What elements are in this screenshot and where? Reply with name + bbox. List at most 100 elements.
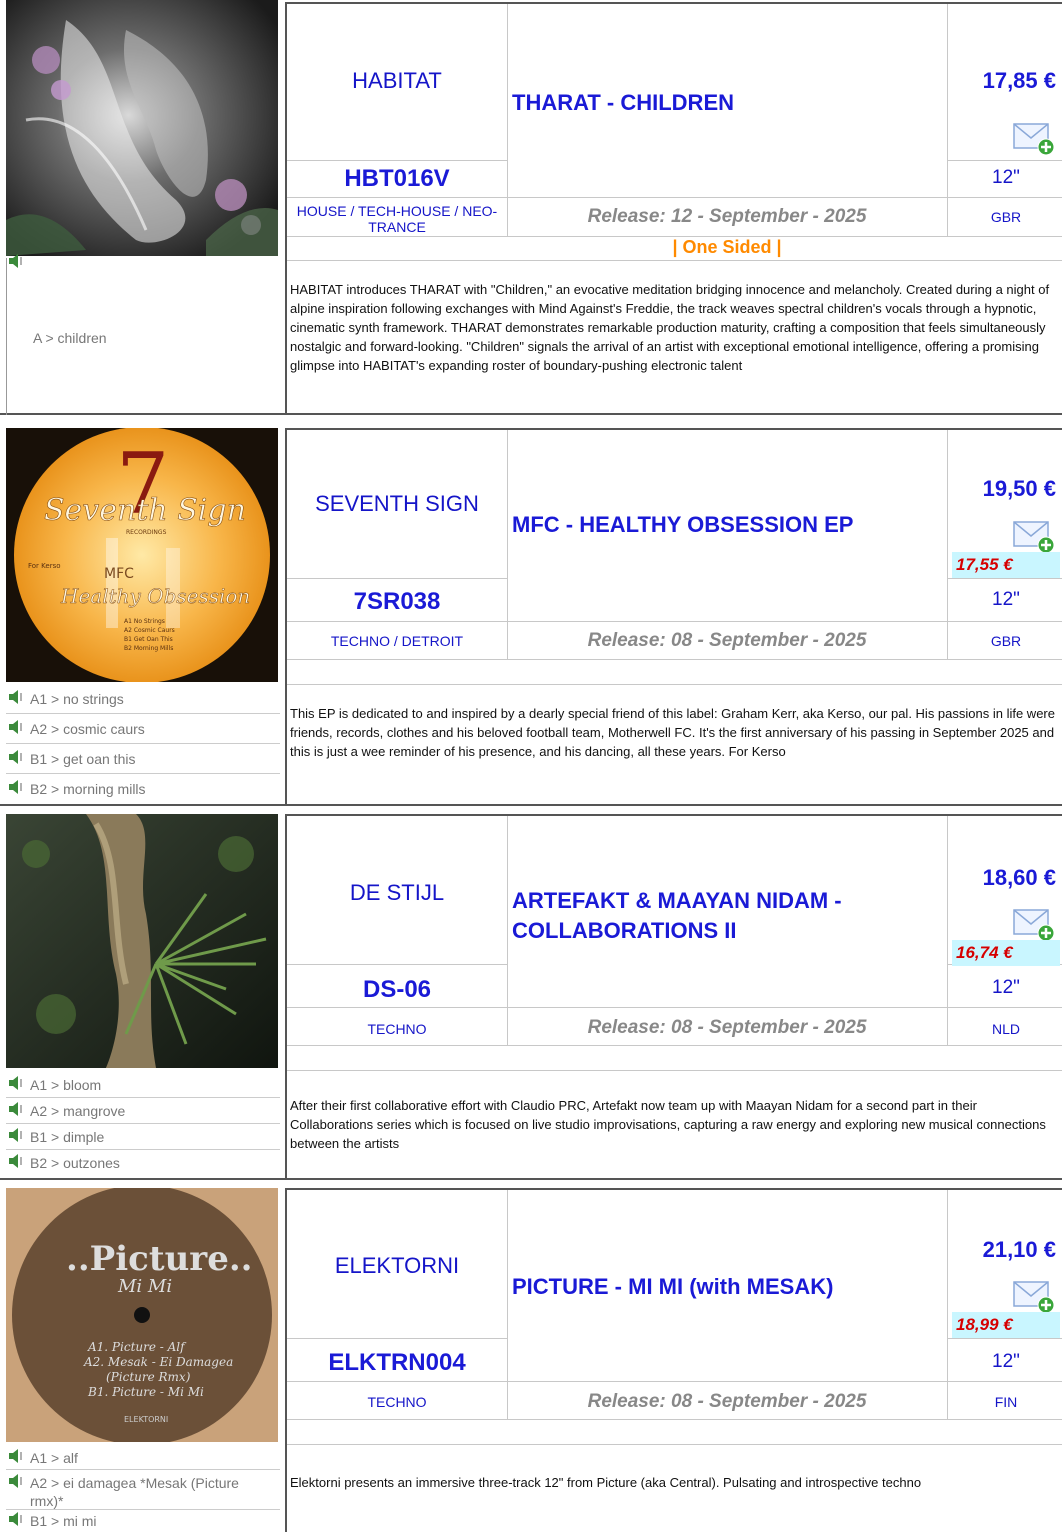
divider <box>947 816 948 1046</box>
track-item[interactable]: B2 > outzones <box>6 1150 280 1176</box>
divider <box>285 428 1062 430</box>
catalog-number: DS-06 <box>362 976 432 1003</box>
divider <box>507 1190 508 1420</box>
format: 12" <box>992 977 1020 998</box>
mail-envelope-add-icon[interactable] <box>1012 518 1056 554</box>
release-card: ..Picture.. Mi Mi A1. Picture - Alf A2. … <box>0 1186 1062 1532</box>
catalog-number: HBT016V <box>344 165 450 192</box>
track-label: B2 > morning mills <box>30 781 146 797</box>
track-label: B1 > get oan this <box>30 750 136 767</box>
label-link[interactable]: ELEKTORNI <box>287 1253 507 1279</box>
cover-text: RECORDINGS <box>126 529 167 536</box>
divider <box>287 1338 507 1339</box>
divider <box>507 4 508 236</box>
track-item[interactable]: A2 > ei damagea *Mesak (Picture rmx)* <box>6 1470 280 1510</box>
speaker-play-icon[interactable] <box>8 689 26 704</box>
speaker-play-icon[interactable] <box>8 1512 26 1526</box>
track-item[interactable]: A2 > cosmic caurs <box>6 714 280 744</box>
cover-image[interactable]: 7 Seventh Sign RECORDINGS For Kerso MFC … <box>6 428 278 682</box>
release-title-link[interactable]: MFC - HEALTHY OBSESSION EP <box>512 510 942 540</box>
track-item[interactable]: A1 > alf <box>6 1446 280 1470</box>
speaker-play-icon[interactable] <box>8 780 26 794</box>
track-item[interactable]: B2 > morning mills <box>6 774 280 804</box>
speaker-play-icon[interactable] <box>8 1448 26 1463</box>
tracklist: A1 > bloom A2 > mangrove B1 > dimple B2 … <box>6 1072 280 1176</box>
divider <box>947 1190 948 1420</box>
cover-text: Seventh Sign <box>44 493 246 528</box>
cover-text: ELEKTORNI <box>124 1415 168 1424</box>
price: 17,85 € <box>982 68 1056 93</box>
divider <box>287 621 1062 622</box>
mail-envelope-add-icon[interactable] <box>1012 1278 1056 1314</box>
genre-link[interactable]: TECHNO / DETROIT <box>287 633 507 649</box>
label-link[interactable]: SEVENTH SIGN <box>287 491 507 517</box>
divider <box>948 160 1062 161</box>
release-date: Release: 08 - September - 2025 <box>587 1017 867 1038</box>
speaker-play-icon[interactable] <box>8 1075 26 1090</box>
track-item[interactable]: B1 > mi mi <box>6 1510 280 1532</box>
release-date: Release: 08 - September - 2025 <box>587 1391 867 1412</box>
description: Elektorni presents an immersive three-tr… <box>290 1475 922 1490</box>
release-date: Release: 12 - September - 2025 <box>587 206 867 227</box>
cover-art-habitat <box>6 0 278 256</box>
mail-envelope-add-icon[interactable] <box>1012 120 1056 156</box>
price: 18,60 € <box>982 865 1056 890</box>
format: 12" <box>992 167 1020 188</box>
speaker-play-icon[interactable] <box>8 749 26 764</box>
divider <box>287 684 1062 685</box>
speaker-play-icon[interactable] <box>8 254 26 268</box>
price: 21,10 € <box>982 1237 1056 1262</box>
speaker-play-icon[interactable] <box>8 1474 26 1488</box>
cover-image[interactable] <box>6 0 278 256</box>
cover-text: Healthy Obsession <box>60 584 250 608</box>
divider <box>0 804 1062 806</box>
release-title-link[interactable]: THARAT - CHILDREN <box>512 88 942 118</box>
divider <box>285 1188 1062 1190</box>
release-title-link[interactable]: PICTURE - MI MI (with MESAK) <box>512 1272 942 1302</box>
speaker-play-icon[interactable] <box>8 719 26 734</box>
speaker-play-icon[interactable] <box>8 1101 26 1116</box>
label-link[interactable]: HABITAT <box>287 68 507 94</box>
speaker-play-icon[interactable] <box>8 1127 26 1142</box>
divider <box>287 1419 1062 1420</box>
genre-link[interactable]: TECHNO <box>287 1021 507 1037</box>
track-item[interactable]: B1 > get oan this <box>6 744 280 774</box>
cover-art-elektorni: ..Picture.. Mi Mi A1. Picture - Alf A2. … <box>6 1188 278 1442</box>
catalog-number: 7SR038 <box>353 588 441 615</box>
release-note: | One Sided | <box>672 237 782 257</box>
track-label: B1 > dimple <box>30 1128 105 1145</box>
track-label: A1 > bloom <box>30 1076 102 1093</box>
release-title-link[interactable]: ARTEFAKT & MAAYAN NIDAM - COLLABORATIONS… <box>512 886 942 946</box>
genre-link[interactable]: TECHNO <box>287 1394 507 1410</box>
genre-link[interactable]: HOUSE / TECH-HOUSE / NEO-TRANCE <box>287 203 507 235</box>
discount-price: 16,74 € <box>952 940 1060 966</box>
price: 19,50 € <box>982 476 1056 501</box>
track-item[interactable]: A2 > mangrove <box>6 1098 280 1124</box>
track-item[interactable]: B1 > dimple <box>6 1124 280 1150</box>
divider <box>507 430 508 660</box>
track-item[interactable]: A1 > no strings <box>6 684 280 714</box>
cover-text: B1 Get Oan This <box>124 636 173 643</box>
tracklist: A1 > no strings A2 > cosmic caurs B1 > g… <box>6 684 280 804</box>
cover-text: ..Picture.. <box>66 1239 253 1279</box>
country: NLD <box>991 1021 1020 1037</box>
divider <box>947 4 948 236</box>
divider <box>287 964 507 965</box>
cover-image[interactable] <box>6 814 278 1068</box>
divider <box>0 1178 1062 1180</box>
track-label: B1 > mi mi <box>30 1513 97 1529</box>
speaker-play-icon[interactable] <box>8 1154 26 1168</box>
divider <box>285 2 1062 4</box>
track-label: A1 > alf <box>30 1449 78 1466</box>
cover-text: A2 Cosmic Caurs <box>124 627 175 634</box>
cover-text: A1 No Strings <box>124 618 165 625</box>
country: FIN <box>994 1394 1018 1410</box>
track-item[interactable]: A > children <box>6 264 280 346</box>
cover-image[interactable]: ..Picture.. Mi Mi A1. Picture - Alf A2. … <box>6 1188 278 1442</box>
divider <box>948 578 1062 579</box>
divider <box>287 578 507 579</box>
label-link[interactable]: DE STIJL <box>287 880 507 906</box>
divider <box>287 1381 1062 1382</box>
track-item[interactable]: A1 > bloom <box>6 1072 280 1098</box>
mail-envelope-add-icon[interactable] <box>1012 906 1056 942</box>
